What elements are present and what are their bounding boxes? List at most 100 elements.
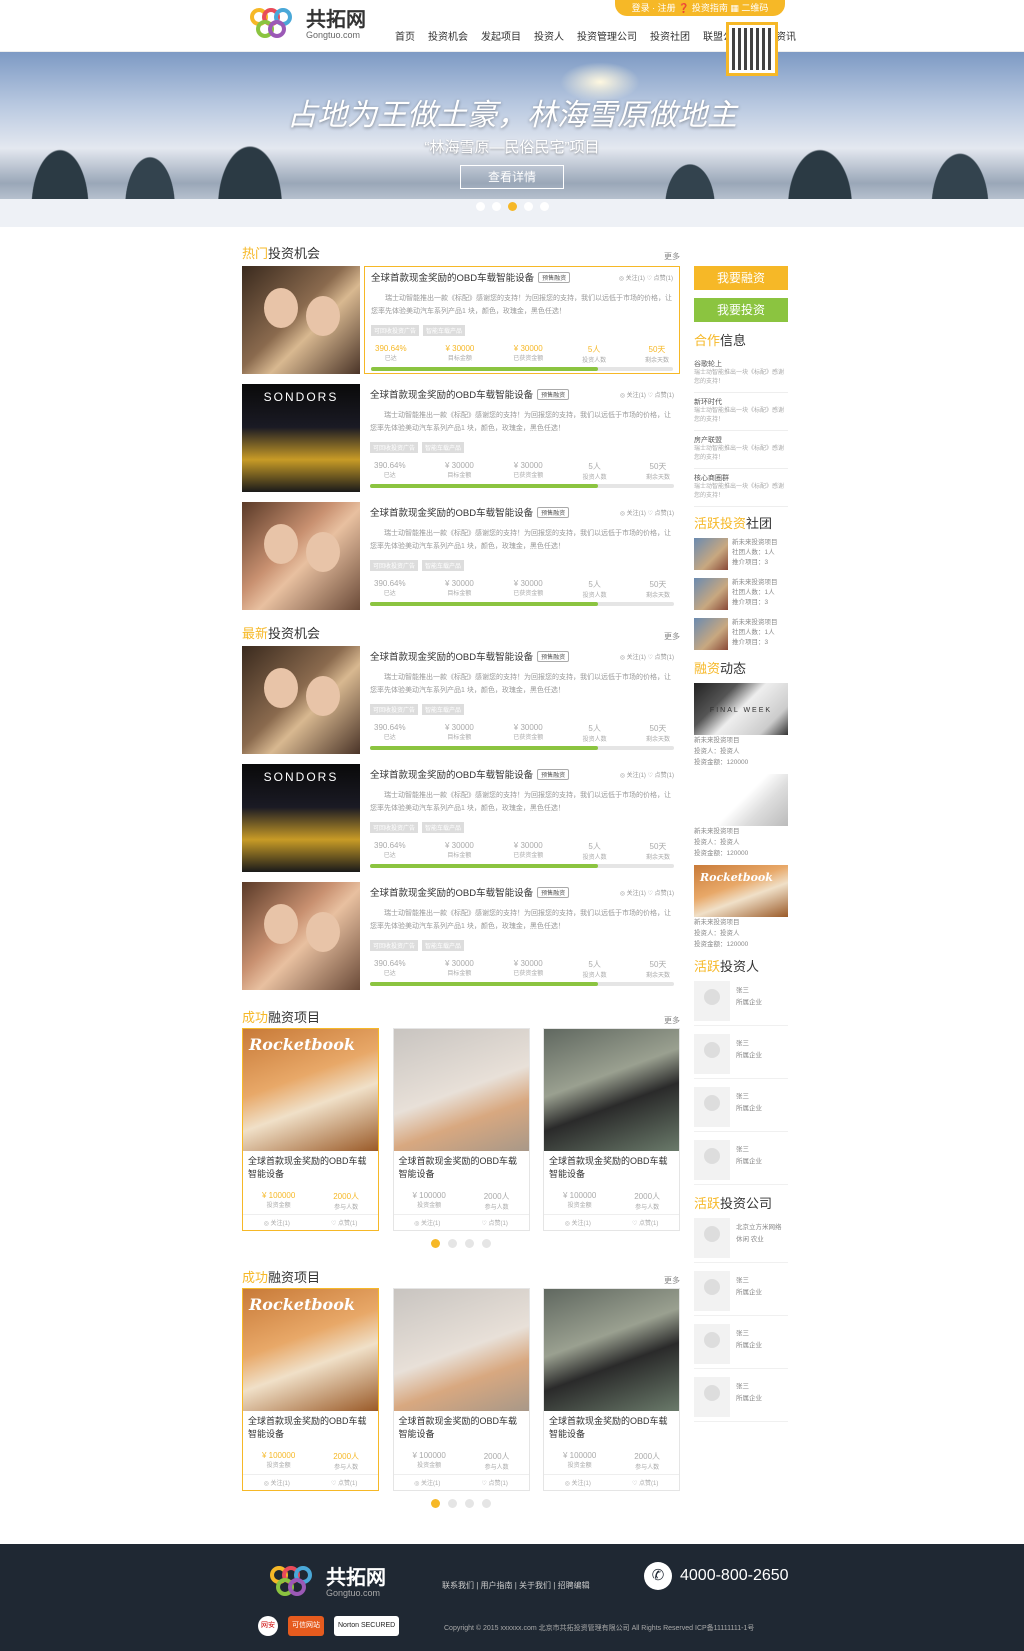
coop-name[interactable]: 谷歌轮上 xyxy=(694,359,788,369)
project-title[interactable]: 全球首款现金奖励的OBD车载智能设备 xyxy=(371,270,534,284)
investor-name[interactable]: 张三 xyxy=(736,985,762,997)
project-thumbnail[interactable] xyxy=(242,266,360,374)
project-title[interactable]: 全球首款现金奖励的OBD车载智能设备 xyxy=(370,767,533,781)
club-name[interactable]: 新未来投资项目 xyxy=(732,538,778,548)
more-link[interactable]: 更多 xyxy=(664,631,680,642)
project-thumbnail[interactable] xyxy=(242,882,360,990)
financing-name[interactable]: 新未来投资项目 xyxy=(694,826,788,837)
club-name[interactable]: 新未来投资项目 xyxy=(732,578,778,588)
company-item[interactable]: 北京立方米网络 休闲 农业 xyxy=(694,1218,788,1263)
follow-button[interactable]: ◎ 关注(1) xyxy=(620,393,646,399)
like-button[interactable]: ♡ 点赞(1) xyxy=(632,1478,658,1487)
footer-links[interactable]: 联系我们 | 用户指南 | 关于我们 | 招聘编辑 xyxy=(442,1580,590,1591)
avatar[interactable] xyxy=(694,1271,730,1311)
banner-dot[interactable] xyxy=(476,202,485,211)
investor-name[interactable]: 张三 xyxy=(736,1144,762,1156)
banner-dot[interactable] xyxy=(524,202,533,211)
avatar[interactable] xyxy=(694,1324,730,1364)
avatar[interactable] xyxy=(694,981,730,1021)
nav-home[interactable]: 首页 xyxy=(395,28,415,43)
club-item[interactable]: 新未来投资项目 社团人数：1人 推介项目：3 xyxy=(694,578,788,610)
follow-button[interactable]: ◎ 关注(1) xyxy=(620,655,646,661)
follow-button[interactable]: ◎ 关注(1) xyxy=(414,1478,440,1487)
success-project-image[interactable] xyxy=(393,1029,529,1151)
coop-name[interactable]: 新环时代 xyxy=(694,397,788,407)
more-link[interactable]: 更多 xyxy=(664,1015,680,1026)
more-link[interactable]: 更多 xyxy=(664,1275,680,1286)
success-project-card[interactable]: 全球首款现金奖励的OBD车载智能设备 ¥ 100000 投资金额 2000人 参与人数… xyxy=(543,1028,680,1231)
pager-dot[interactable] xyxy=(448,1499,457,1508)
success-project-card[interactable]: 全球首款现金奖励的OBD车载智能设备 ¥ 100000 投资金额 2000人 参与人数… xyxy=(543,1288,680,1491)
pager-dot-active[interactable] xyxy=(431,1239,440,1248)
like-button[interactable]: ♡ 点赞(1) xyxy=(648,773,674,779)
company-item[interactable]: 张三 所属企业 xyxy=(694,1324,788,1369)
investor-item[interactable]: 张三 所属企业 xyxy=(694,981,788,1026)
coop-name[interactable]: 房产联盟 xyxy=(694,435,788,445)
nav-start-project[interactable]: 发起项目 xyxy=(481,28,521,43)
follow-button[interactable]: ◎ 关注(1) xyxy=(620,891,646,897)
success-project-card[interactable]: 全球首款现金奖励的OBD车载智能设备 ¥ 100000 投资金额 2000人 参与人数… xyxy=(392,1288,530,1491)
success-project-title[interactable]: 全球首款现金奖励的OBD车载智能设备 xyxy=(544,1151,679,1191)
avatar[interactable] xyxy=(694,1377,730,1417)
project-card[interactable]: SONDORS 全球首款现金奖励的OBD车载智能设备 预售融资 ◎ 关注(1) ♡… xyxy=(242,384,680,496)
success-project-title[interactable]: 全球首款现金奖励的OBD车载智能设备 xyxy=(243,1411,378,1451)
club-item[interactable]: 新未来投资项目 社团人数：1人 推介项目：3 xyxy=(694,618,788,650)
coop-item[interactable]: 谷歌轮上 瑞士动智能推出一块《标配》感谢您的支持！ xyxy=(694,355,788,393)
company-name[interactable]: 北京立方米网络 xyxy=(736,1222,782,1234)
financing-image[interactable]: FINAL WEEK xyxy=(694,683,788,735)
success-project-image[interactable] xyxy=(393,1289,529,1411)
like-button[interactable]: ♡ 点赞(1) xyxy=(648,891,674,897)
banner-dot-active[interactable] xyxy=(508,202,517,211)
follow-button[interactable]: ◎ 关注(1) xyxy=(414,1218,440,1227)
success-project-title[interactable]: 全球首款现金奖励的OBD车载智能设备 xyxy=(544,1411,679,1451)
coop-item[interactable]: 新环时代 瑞士动智能推出一块《标配》感谢您的支持！ xyxy=(694,393,788,431)
project-title[interactable]: 全球首款现金奖励的OBD车载智能设备 xyxy=(370,885,533,899)
site-logo[interactable]: 共拓网 Gongtuo.com xyxy=(250,8,366,42)
investor-item[interactable]: 张三 所属企业 xyxy=(694,1087,788,1132)
project-card[interactable]: 全球首款现金奖励的OBD车载智能设备 预售融资 ◎ 关注(1) ♡ 点赞(1) 瑞… xyxy=(242,502,680,614)
project-card[interactable]: 全球首款现金奖励的OBD车载智能设备 预售融资 ◎ 关注(1) ♡ 点赞(1) 瑞… xyxy=(242,266,680,378)
company-name[interactable]: 张三 xyxy=(736,1328,762,1340)
project-title[interactable]: 全球首款现金奖励的OBD车载智能设备 xyxy=(370,387,533,401)
project-card[interactable]: SONDORS 全球首款现金奖励的OBD车载智能设备 预售融资 ◎ 关注(1) ♡… xyxy=(242,764,680,876)
coop-name[interactable]: 核心商圈群 xyxy=(694,473,788,483)
project-thumbnail[interactable] xyxy=(242,502,360,610)
company-name[interactable]: 张三 xyxy=(736,1381,762,1393)
follow-button[interactable]: ◎ 关注(1) xyxy=(619,276,645,282)
follow-button[interactable]: ◎ 关注(1) xyxy=(620,511,646,517)
apply-financing-button[interactable]: 我要融资 xyxy=(694,266,788,290)
footer-logo[interactable]: 共拓网 Gongtuo.com xyxy=(270,1566,386,1600)
success-project-title[interactable]: 全球首款现金奖励的OBD车载智能设备 xyxy=(243,1151,378,1191)
club-image[interactable] xyxy=(694,538,728,570)
like-button[interactable]: ♡ 点赞(1) xyxy=(482,1478,508,1487)
badge-norton[interactable]: Norton SECURED xyxy=(334,1616,400,1636)
banner-details-button[interactable]: 查看详情 xyxy=(460,165,564,189)
pager-dot[interactable] xyxy=(482,1239,491,1248)
more-link[interactable]: 更多 xyxy=(664,251,680,262)
club-image[interactable] xyxy=(694,618,728,650)
club-image[interactable] xyxy=(694,578,728,610)
avatar[interactable] xyxy=(694,1218,730,1258)
success-project-image[interactable] xyxy=(544,1289,679,1411)
pager-dot-active[interactable] xyxy=(431,1499,440,1508)
like-button[interactable]: ♡ 点赞(1) xyxy=(331,1218,357,1227)
investor-name[interactable]: 张三 xyxy=(736,1091,762,1103)
avatar[interactable] xyxy=(694,1087,730,1127)
follow-button[interactable]: ◎ 关注(1) xyxy=(264,1478,290,1487)
badge-police[interactable]: 网安 xyxy=(258,1616,278,1636)
coop-item[interactable]: 房产联盟 瑞士动智能推出一块《标配》感谢您的支持！ xyxy=(694,431,788,469)
apply-invest-button[interactable]: 我要投资 xyxy=(694,298,788,322)
company-item[interactable]: 张三 所属企业 xyxy=(694,1271,788,1316)
nav-investment-companies[interactable]: 投资管理公司 xyxy=(577,28,637,43)
project-card[interactable]: 全球首款现金奖励的OBD车载智能设备 预售融资 ◎ 关注(1) ♡ 点赞(1) 瑞… xyxy=(242,882,680,994)
company-name[interactable]: 张三 xyxy=(736,1275,762,1287)
success-project-card[interactable]: Rocketbook 全球首款现金奖励的OBD车载智能设备 ¥ 100000 投资… xyxy=(242,1288,379,1491)
financing-image[interactable]: Rocketbook xyxy=(694,865,788,917)
banner-dot[interactable] xyxy=(492,202,501,211)
pager-dot[interactable] xyxy=(465,1499,474,1508)
success-project-image[interactable] xyxy=(544,1029,679,1151)
success-project-card[interactable]: 全球首款现金奖励的OBD车载智能设备 ¥ 100000 投资金额 2000人 参与人数… xyxy=(392,1028,530,1231)
success-project-image[interactable]: Rocketbook xyxy=(243,1289,378,1411)
like-button[interactable]: ♡ 点赞(1) xyxy=(647,276,673,282)
club-name[interactable]: 新未来投资项目 xyxy=(732,618,778,628)
